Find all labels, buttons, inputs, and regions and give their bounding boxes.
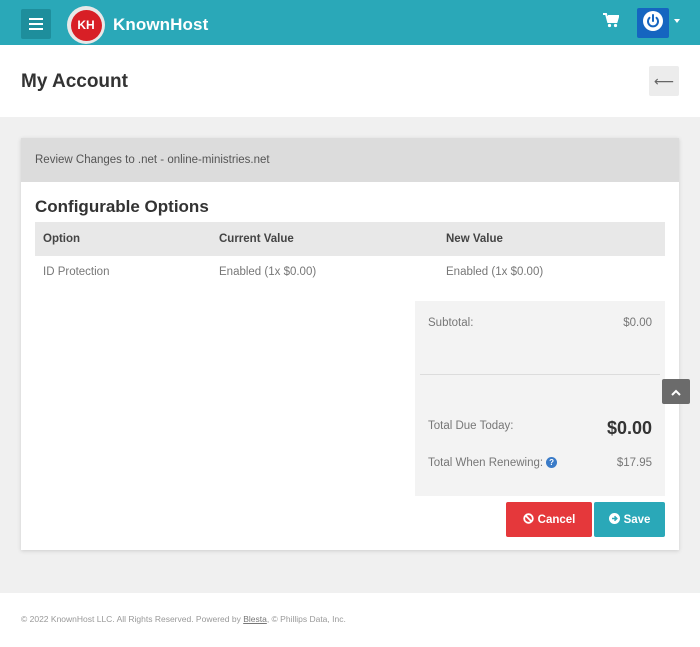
arrow-circle-right-icon — [608, 512, 624, 527]
help-icon[interactable]: ? — [546, 457, 558, 469]
logo-initials: KH — [77, 18, 95, 32]
chevron-up-icon — [671, 383, 681, 401]
column-header-option: Option — [43, 233, 81, 245]
page-header: My Account ⟵ — [0, 45, 700, 117]
total-due-label: Total Due Today: — [428, 420, 514, 432]
cell-current-value: Enabled (1x $0.00) — [219, 266, 317, 278]
cart-button[interactable] — [603, 13, 620, 33]
brand-name: KnownHost — [113, 15, 209, 34]
page-title: My Account — [21, 71, 128, 92]
review-changes-card: Review Changes to .net - online-ministri… — [21, 138, 679, 550]
scroll-to-top-button[interactable] — [662, 379, 690, 404]
cart-icon — [603, 13, 620, 32]
menu-toggle-button[interactable] — [21, 9, 51, 39]
total-renewing-value: $17.95 — [616, 457, 652, 469]
cell-new-value: Enabled (1x $0.00) — [446, 266, 544, 278]
save-button-label: Save — [623, 513, 651, 526]
arrow-left-icon: ⟵ — [653, 72, 675, 89]
logo-icon: KH — [67, 6, 105, 44]
footer: © 2022 KnownHost LLC. All Rights Reserve… — [21, 614, 346, 624]
column-header-new-value: New Value — [446, 233, 503, 245]
total-renewing-label: Total When Renewing:? — [428, 457, 558, 469]
subtotal-value: $0.00 — [623, 317, 652, 329]
ban-icon — [522, 512, 538, 527]
total-renewing-label-text: Total When Renewing: — [428, 457, 544, 469]
cell-option: ID Protection — [43, 266, 110, 278]
column-header-current-value: Current Value — [219, 233, 294, 245]
cancel-button-label: Cancel — [537, 513, 576, 526]
power-icon — [642, 10, 664, 37]
footer-copyright: © 2022 KnownHost LLC. All Rights Reserve… — [21, 614, 244, 624]
card-header: Review Changes to .net - online-ministri… — [21, 138, 679, 182]
order-summary: Subtotal: $0.00 Total Due Today: $0.00 T… — [415, 301, 665, 496]
table-header: Option Current Value New Value — [35, 222, 665, 256]
section-title: Configurable Options — [35, 197, 209, 216]
summary-divider — [420, 374, 660, 375]
chevron-down-icon[interactable] — [674, 19, 680, 23]
card-header-text: Review Changes to .net - online-ministri… — [35, 154, 270, 166]
cancel-button[interactable]: Cancel — [506, 502, 592, 537]
brand-logo[interactable]: KH KnownHost — [67, 6, 208, 44]
account-menu-button[interactable] — [637, 8, 669, 38]
back-button[interactable]: ⟵ — [649, 66, 679, 96]
total-due-value: $0.00 — [606, 418, 652, 438]
top-navbar: KH KnownHost — [0, 0, 700, 45]
subtotal-label: Subtotal: — [428, 317, 474, 329]
footer-blesta-link[interactable]: Blesta — [243, 614, 267, 624]
hamburger-icon — [29, 18, 43, 30]
footer-phillips: , © Phillips Data, Inc. — [266, 614, 346, 624]
save-button[interactable]: Save — [594, 502, 665, 537]
